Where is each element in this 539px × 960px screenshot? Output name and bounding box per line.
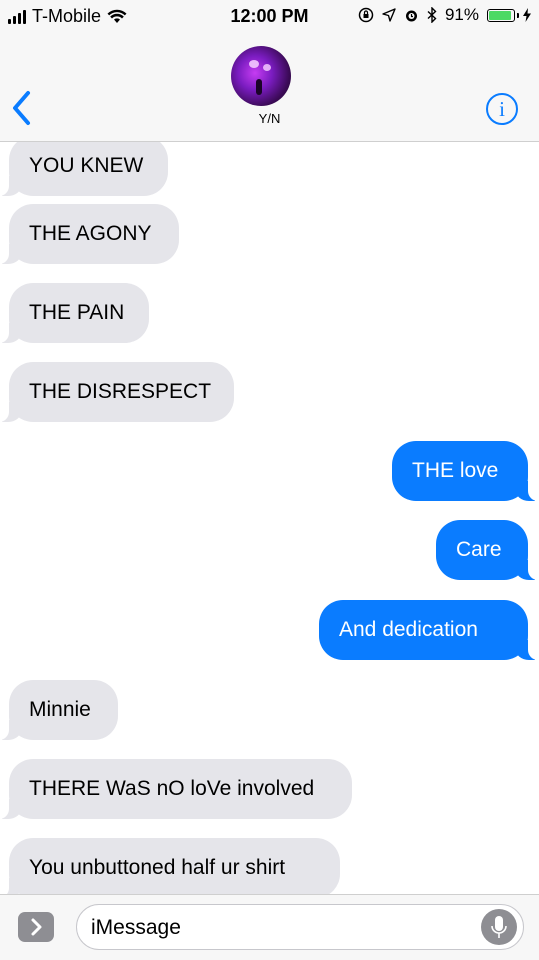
battery-fill — [489, 10, 511, 20]
conversation-header: Y/N i — [0, 34, 539, 142]
incoming-message-bubble[interactable]: THE AGONY — [0, 204, 179, 264]
bubble-tail — [0, 878, 22, 894]
message-text: YOU KNEW — [29, 154, 144, 177]
outgoing-message-bubble[interactable]: THE love — [392, 441, 539, 501]
battery-icon — [487, 8, 519, 22]
incoming-message-bubble[interactable]: THERE WaS nO loVe involved — [0, 759, 352, 819]
svg-text:i: i — [499, 97, 505, 121]
incoming-message-bubble[interactable]: YOU KNEW — [0, 142, 168, 196]
status-left: T-Mobile — [8, 6, 127, 27]
bluetooth-icon — [427, 7, 437, 23]
alarm-icon — [405, 10, 417, 21]
bubble-tail — [0, 323, 22, 343]
bubble-tail — [0, 799, 22, 819]
bubble-tail — [0, 402, 22, 422]
bubble-tail — [0, 244, 22, 264]
message-text: THE AGONY — [29, 222, 152, 245]
compose-bar: iMessage — [0, 894, 539, 960]
chevron-right-icon — [31, 918, 42, 936]
orientation-lock-icon — [358, 7, 374, 23]
message-text: THE PAIN — [29, 301, 125, 324]
charging-icon — [523, 8, 531, 22]
contact-name[interactable]: Y/N — [0, 111, 539, 126]
outgoing-message-bubble[interactable]: And dedication — [319, 600, 539, 660]
carrier-label: T-Mobile — [32, 6, 102, 26]
message-text: You unbuttoned half ur shirt — [29, 856, 286, 879]
info-icon[interactable]: i — [485, 92, 519, 126]
message-list: YOU KNEW THE AGONY THE PAIN THE DISRESPECT T… — [0, 142, 539, 894]
location-icon — [382, 8, 396, 22]
message-text: And dedication — [339, 618, 478, 641]
message-input[interactable]: iMessage — [76, 904, 524, 950]
bubble-tail — [0, 720, 22, 740]
status-right: 91% — [358, 5, 531, 25]
bubble-tail — [0, 176, 22, 196]
message-text: THE DISRESPECT — [29, 380, 212, 403]
incoming-message-bubble[interactable]: You unbuttoned half ur shirt — [0, 838, 340, 894]
incoming-message-bubble[interactable]: THE PAIN — [0, 283, 149, 343]
microphone-button[interactable] — [481, 909, 517, 945]
outgoing-message-bubble[interactable]: Care — [436, 520, 539, 580]
message-text: Care — [456, 538, 502, 561]
avatar[interactable] — [231, 46, 291, 106]
message-text: THERE WaS nO loVe involved — [29, 777, 315, 800]
incoming-message-bubble[interactable]: THE DISRESPECT — [0, 362, 234, 422]
incoming-message-bubble[interactable]: Minnie — [0, 680, 118, 740]
microphone-icon — [491, 916, 507, 938]
bubble-tail — [515, 560, 539, 580]
battery-percent: 91% — [444, 5, 479, 24]
message-text: THE love — [412, 459, 499, 482]
wifi-icon — [107, 9, 127, 23]
bubble-tail — [515, 640, 539, 660]
message-input-placeholder: iMessage — [91, 916, 181, 939]
signal-icon — [8, 9, 26, 24]
message-text: Minnie — [29, 698, 91, 721]
apps-button[interactable] — [18, 912, 54, 942]
status-bar: T-Mobile 12:00 PM 91% — [0, 0, 539, 34]
bubble-tail — [515, 481, 539, 501]
